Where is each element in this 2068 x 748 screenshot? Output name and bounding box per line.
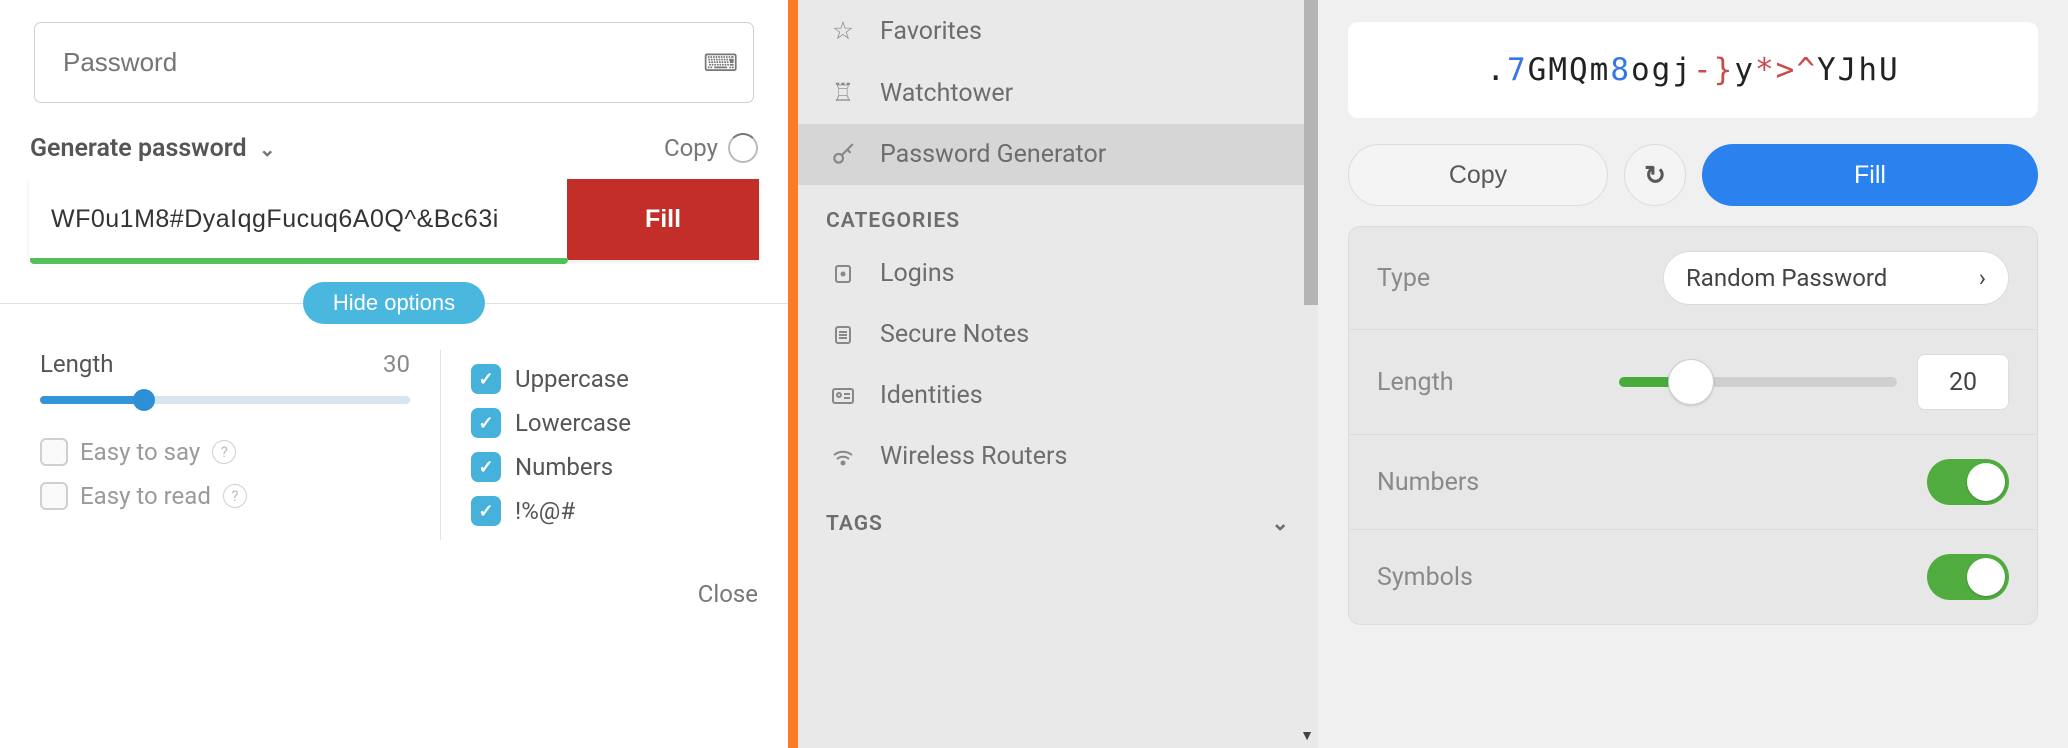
- key-icon: [826, 142, 860, 168]
- checkbox-checked-icon: ✓: [471, 364, 501, 394]
- categories-heading: CATEGORIES: [798, 185, 1318, 243]
- length-label: Length: [40, 350, 113, 378]
- sidebar-item-password-generator[interactable]: Password Generator: [798, 124, 1318, 185]
- note-icon: [826, 323, 860, 347]
- hide-options-button[interactable]: Hide options: [303, 282, 485, 324]
- panel-divider: [788, 0, 798, 748]
- slider-thumb[interactable]: [1668, 359, 1714, 405]
- easy-to-say-option[interactable]: Easy to say ?: [40, 438, 410, 466]
- length-value: 30: [383, 350, 410, 378]
- password-manager-icon[interactable]: ⌨︎: [703, 49, 738, 77]
- fill-button[interactable]: Fill: [567, 179, 759, 260]
- slider-thumb[interactable]: [133, 389, 155, 411]
- toggle-thumb: [1967, 463, 2005, 501]
- numbers-toggle[interactable]: [1927, 459, 2009, 505]
- symbols-option[interactable]: ✓!%@#: [471, 496, 748, 526]
- close-button[interactable]: Close: [0, 540, 788, 608]
- radio-unchecked-icon: [40, 482, 68, 510]
- wifi-icon: [826, 445, 860, 469]
- regenerate-button[interactable]: ↻: [1624, 144, 1686, 206]
- checkbox-checked-icon: ✓: [471, 408, 501, 438]
- help-icon[interactable]: ?: [212, 440, 236, 464]
- id-card-icon: [826, 384, 860, 408]
- sidebar-item-secure-notes[interactable]: Secure Notes: [798, 304, 1318, 365]
- symbols-toggle[interactable]: [1927, 554, 2009, 600]
- slider-track: [40, 396, 144, 404]
- chevron-down-icon: ⌄: [259, 137, 276, 161]
- fill-button[interactable]: Fill: [1702, 144, 2038, 206]
- checkbox-checked-icon: ✓: [471, 496, 501, 526]
- sidebar-item-logins[interactable]: Logins: [798, 243, 1318, 304]
- password-input[interactable]: [34, 22, 754, 103]
- type-label: Type: [1377, 264, 1430, 293]
- chevron-right-icon: ›: [1979, 264, 1986, 292]
- sidebar-item-identities[interactable]: Identities: [798, 365, 1318, 426]
- scrollbar[interactable]: [1304, 0, 1318, 305]
- checkbox-checked-icon: ✓: [471, 452, 501, 482]
- copy-button[interactable]: Copy: [664, 133, 758, 163]
- generated-password: WF0u1M8#DyaIqgFucuq6A0Q^&Bc63i: [29, 179, 567, 260]
- chevron-down-icon: ⌄: [1271, 511, 1290, 536]
- symbols-label: Symbols: [1377, 563, 1473, 592]
- sidebar-item-watchtower[interactable]: ♖Watchtower: [798, 62, 1318, 124]
- star-icon: ☆: [826, 16, 860, 46]
- copy-button[interactable]: Copy: [1348, 144, 1608, 206]
- length-slider[interactable]: [40, 396, 410, 404]
- numbers-option[interactable]: ✓Numbers: [471, 452, 748, 482]
- toggle-thumb: [1967, 558, 2005, 596]
- easy-to-read-option[interactable]: Easy to read ?: [40, 482, 410, 510]
- overflow-arrow-icon[interactable]: ▼: [1296, 723, 1318, 748]
- strength-meter: [30, 258, 568, 264]
- generated-password-display: .7GMQm8ogj-}y*>^YJhU: [1348, 22, 2038, 118]
- uppercase-option[interactable]: ✓Uppercase: [471, 364, 748, 394]
- tags-heading[interactable]: TAGS⌄: [798, 487, 1318, 546]
- help-icon[interactable]: ?: [223, 484, 247, 508]
- refresh-icon[interactable]: [728, 133, 758, 163]
- tower-icon: ♖: [826, 78, 860, 108]
- length-label: Length: [1377, 368, 1454, 397]
- radio-unchecked-icon: [40, 438, 68, 466]
- numbers-label: Numbers: [1377, 468, 1479, 497]
- lock-icon: [826, 262, 860, 286]
- lowercase-option[interactable]: ✓Lowercase: [471, 408, 748, 438]
- generate-password-title: Generate password: [30, 134, 247, 163]
- length-value[interactable]: 20: [1917, 354, 2009, 410]
- generate-password-toggle[interactable]: Generate password ⌄: [30, 134, 276, 163]
- type-selector[interactable]: Random Password ›: [1663, 251, 2009, 305]
- sidebar-item-wireless-routers[interactable]: Wireless Routers: [798, 426, 1318, 487]
- sidebar-item-favorites[interactable]: ☆Favorites: [798, 0, 1318, 62]
- length-slider[interactable]: [1619, 377, 1897, 387]
